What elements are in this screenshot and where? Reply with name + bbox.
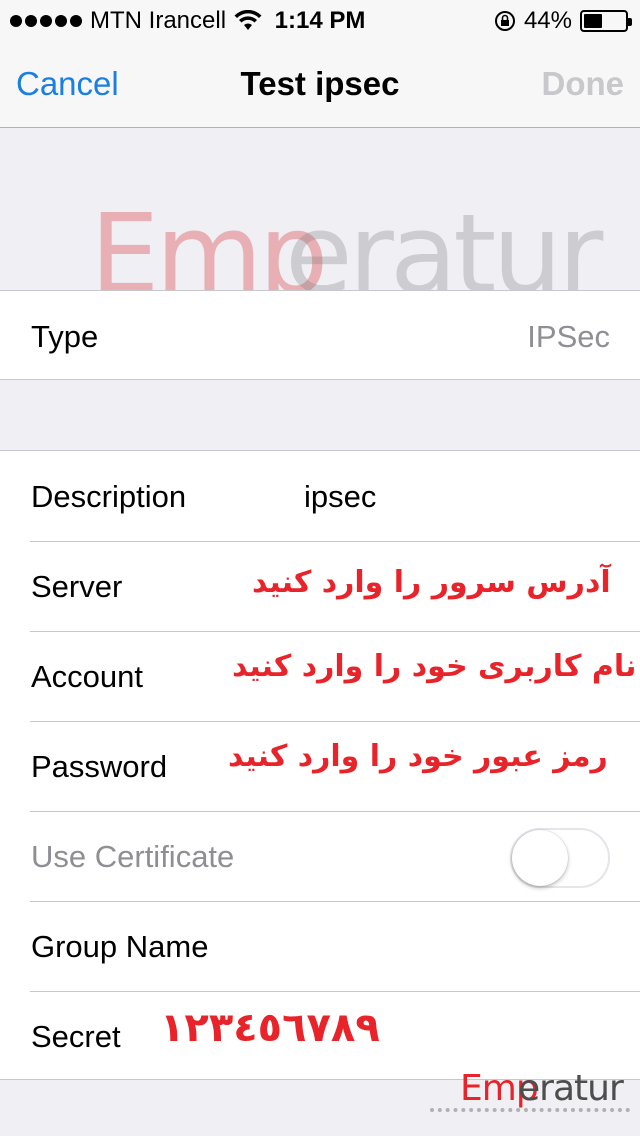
secret-annotation: ١٢٣٤٥٦٧٨٩ — [160, 1005, 380, 1051]
use-certificate-row: Use Certificate — [0, 811, 640, 901]
group-name-label: Group Name — [31, 929, 209, 964]
battery-icon — [580, 10, 632, 32]
done-button[interactable]: Done — [542, 65, 625, 103]
type-value: IPSec — [527, 319, 610, 354]
description-label: Description — [31, 479, 187, 514]
type-row[interactable]: Type IPSec — [0, 291, 640, 381]
use-certificate-label: Use Certificate — [31, 839, 235, 874]
battery-fill — [584, 14, 602, 28]
status-right: 44% — [494, 7, 632, 35]
description-field[interactable]: ipsec — [304, 479, 376, 515]
account-annotation: نام کاربری خود را وارد کنید — [232, 649, 637, 684]
secret-row[interactable]: Secret ١٢٣٤٥٦٧٨٩ — [0, 991, 640, 1081]
account-row[interactable]: Account نام کاربری خود را وارد کنید — [0, 631, 640, 721]
battery-percent: 44% — [523, 7, 572, 34]
password-row[interactable]: Password رمز عبور خود را وارد کنید — [0, 721, 640, 811]
toggle-knob — [512, 830, 568, 886]
server-label: Server — [31, 569, 123, 604]
password-annotation: رمز عبور خود را وارد کنید — [228, 739, 608, 774]
password-label: Password — [31, 749, 168, 784]
server-row[interactable]: Server آدرس سرور را وارد کنید — [0, 541, 640, 631]
description-row[interactable]: Description ipsec — [0, 451, 640, 541]
account-label: Account — [31, 659, 144, 694]
group-name-row[interactable]: Group Name — [0, 901, 640, 991]
navigation-bar: Cancel Test ipsec Done — [0, 40, 640, 128]
type-group: Type IPSec — [0, 290, 640, 380]
type-label: Type — [31, 319, 99, 354]
cancel-button[interactable]: Cancel — [16, 65, 119, 103]
status-bar: MTN Irancell 1:14 PM 44% — [0, 0, 640, 40]
rotation-lock-icon — [494, 11, 515, 31]
use-certificate-toggle[interactable] — [510, 828, 610, 888]
watermark-tagline-mark — [430, 1108, 630, 1118]
vpn-settings-group: Description ipsec Server آدرس سرور را وا… — [0, 450, 640, 1080]
server-annotation: آدرس سرور را وارد کنید — [252, 565, 611, 600]
secret-label: Secret — [31, 1019, 121, 1054]
